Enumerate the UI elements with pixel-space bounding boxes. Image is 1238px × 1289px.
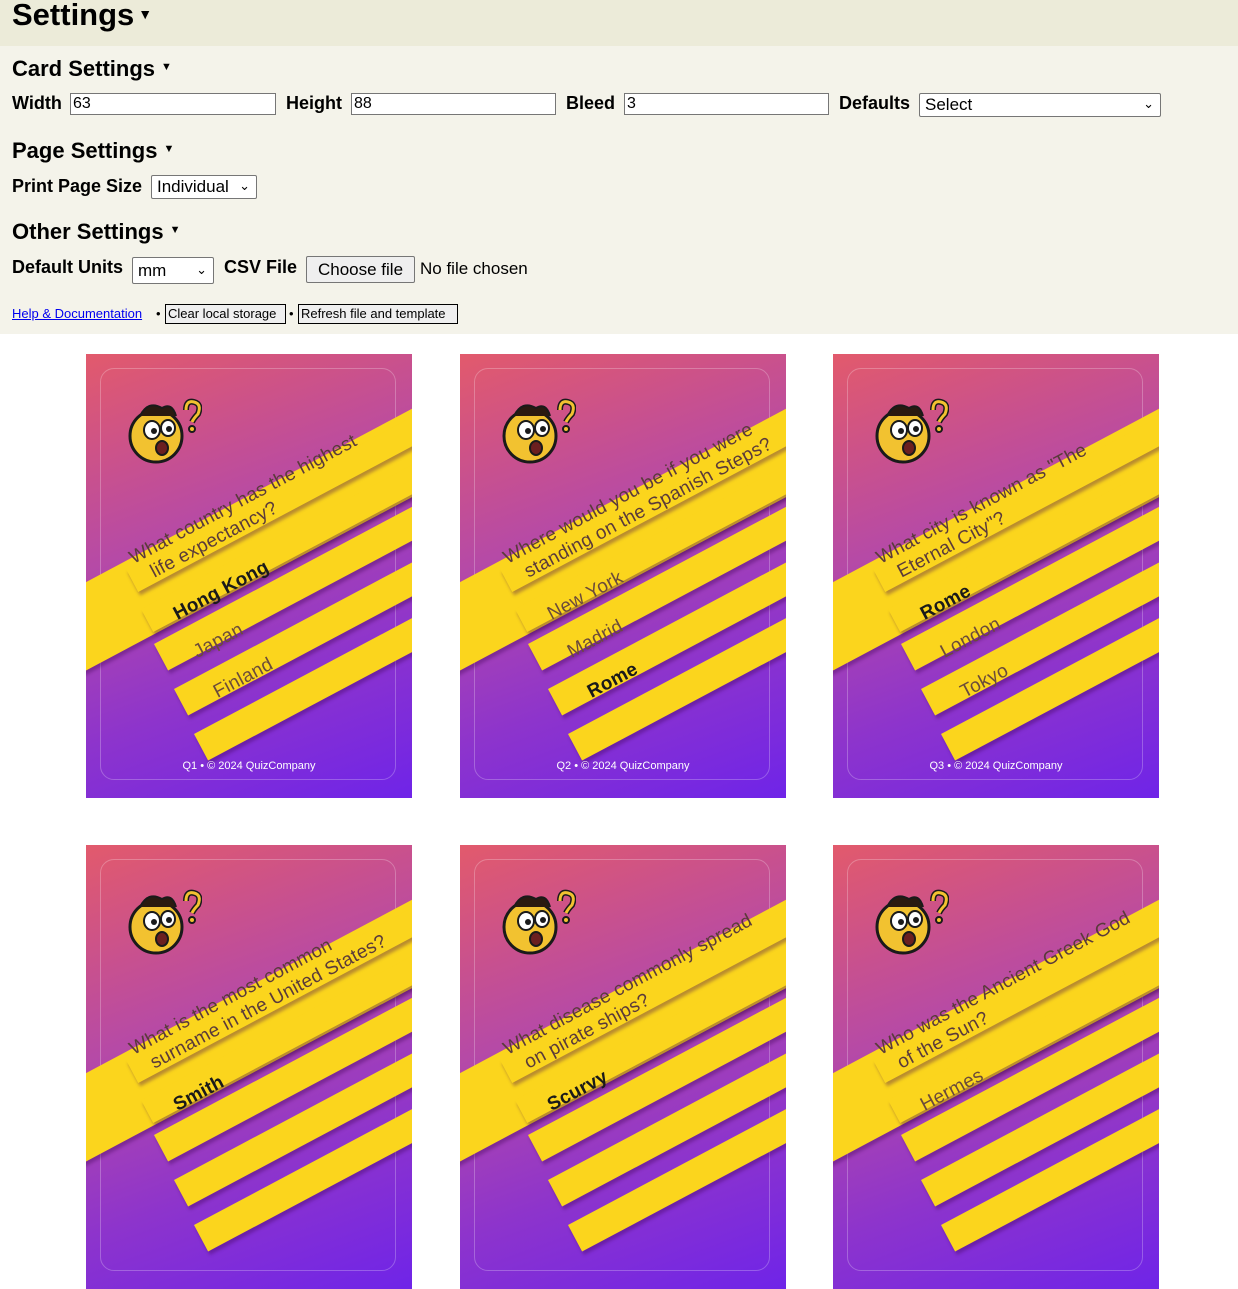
width-label: Width xyxy=(12,93,62,113)
quiz-card: What disease commonly spread on pirate s… xyxy=(460,845,786,1289)
chevron-down-icon: ⌄ xyxy=(196,262,207,277)
collapse-triangle-icon: ▼ xyxy=(161,61,172,74)
collapse-triangle-icon: ▼ xyxy=(169,224,181,237)
page-settings-title-text: Page Settings xyxy=(12,138,158,163)
file-status-text: No file chosen xyxy=(420,259,528,278)
mascot-icon xyxy=(126,887,203,957)
settings-title[interactable]: Settings ▼ xyxy=(12,0,152,33)
mascot-icon xyxy=(500,396,577,466)
quiz-card: Who was the Ancient Greek God of the Sun… xyxy=(833,845,1159,1289)
settings-title-text: Settings xyxy=(12,0,135,32)
other-settings-title-text: Other Settings xyxy=(12,219,164,244)
other-settings-title[interactable]: Other Settings ▼ xyxy=(12,219,180,245)
card-settings-title[interactable]: Card Settings ▼ xyxy=(12,56,172,82)
card-settings-title-text: Card Settings xyxy=(12,56,156,81)
card-footer: Q3 • © 2024 QuizCompany xyxy=(929,760,1063,772)
collapse-triangle-icon: ▼ xyxy=(163,143,175,156)
quiz-card: What is the most common surname in the U… xyxy=(86,845,412,1289)
quiz-card: Where would you be if you were standing … xyxy=(460,354,786,798)
print-page-size-label: Print Page Size xyxy=(12,176,143,196)
separator: • xyxy=(156,306,161,321)
collapse-triangle-icon: ▼ xyxy=(138,5,153,22)
defaults-select[interactable]: Select ⌄ xyxy=(919,93,1161,117)
print-page-size-select[interactable]: Individual ⌄ xyxy=(151,175,257,199)
settings-panel: Card Settings ▼ Width 63 Height 88 Bleed … xyxy=(0,46,1238,334)
csv-file-label: CSV File xyxy=(224,257,298,277)
default-units-value: mm xyxy=(138,261,167,280)
width-input[interactable]: 63 xyxy=(70,93,276,115)
height-input[interactable]: 88 xyxy=(351,93,556,115)
help-documentation-link[interactable]: Help & Documentation xyxy=(12,306,142,321)
default-units-select[interactable]: mm ⌄ xyxy=(132,257,214,284)
quiz-card: What country has the highest life expect… xyxy=(86,354,412,798)
mascot-icon xyxy=(500,887,577,957)
settings-header[interactable]: Settings ▼ xyxy=(0,0,1238,46)
choose-file-button[interactable]: Choose file xyxy=(306,256,415,283)
quiz-card: What city is known as "The Eternal City"… xyxy=(833,354,1159,798)
defaults-label: Defaults xyxy=(839,93,911,113)
separator: • xyxy=(289,306,294,321)
mascot-icon xyxy=(126,396,203,466)
card-footer: Q2 • © 2024 QuizCompany xyxy=(556,760,690,772)
default-units-label: Default Units xyxy=(12,257,124,277)
mascot-icon xyxy=(873,887,950,957)
clear-local-storage-button[interactable]: Clear local storage xyxy=(165,304,286,324)
refresh-file-template-button[interactable]: Refresh file and template xyxy=(298,304,458,324)
page-settings-title[interactable]: Page Settings ▼ xyxy=(12,138,174,164)
mascot-icon xyxy=(873,396,950,466)
chevron-down-icon: ⌄ xyxy=(239,178,250,193)
defaults-select-value: Select xyxy=(925,95,973,114)
print-page-size-value: Individual xyxy=(157,177,229,196)
height-label: Height xyxy=(286,93,342,113)
chevron-down-icon: ⌄ xyxy=(1143,96,1154,111)
card-footer: Q1 • © 2024 QuizCompany xyxy=(182,760,316,772)
bleed-label: Bleed xyxy=(566,93,616,113)
bleed-input[interactable]: 3 xyxy=(624,93,829,115)
